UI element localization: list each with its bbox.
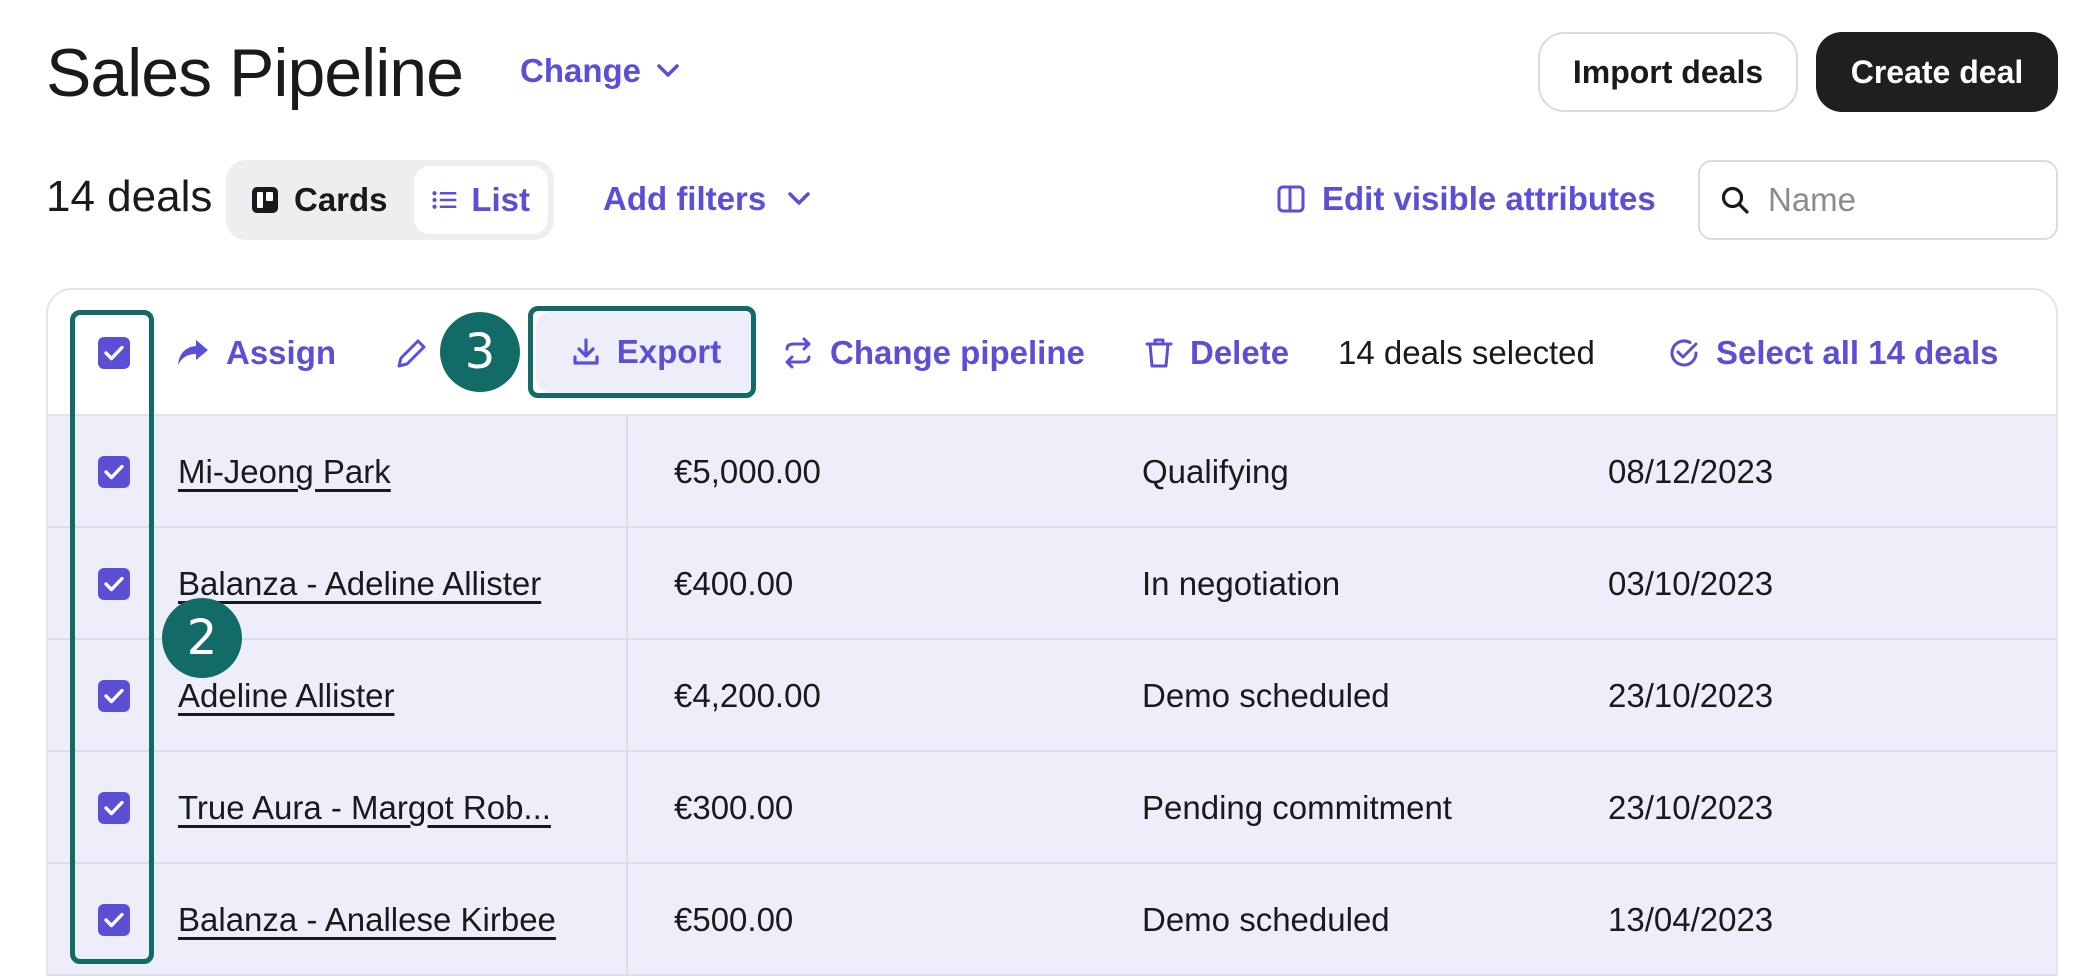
select-all-deals-label: Select all 14 deals — [1716, 334, 1999, 371]
bulk-actions-toolbar: Assign Export Change pipeline Delete 14 … — [48, 290, 2056, 416]
deal-date: 23/10/2023 — [1608, 789, 1774, 826]
change-label: Change — [520, 52, 642, 89]
deal-stage: Qualifying — [1142, 453, 1289, 490]
share-arrow-icon — [178, 340, 208, 365]
search-box — [1698, 160, 2058, 240]
checkbox-column-highlight — [70, 310, 154, 964]
deal-date: 13/04/2023 — [1608, 901, 1774, 938]
column-divider — [626, 416, 628, 976]
table-row[interactable]: True Aura - Margot Rob... €300.00 Pendin… — [48, 752, 2056, 864]
edit-button[interactable] — [396, 290, 428, 416]
deals-table: Assign Export Change pipeline Delete 14 … — [46, 288, 2058, 976]
select-all-deals-link[interactable]: Select all 14 deals — [1668, 290, 1999, 416]
deal-name-link[interactable]: Mi-Jeong Park — [178, 416, 391, 528]
deal-stage: Pending commitment — [1142, 789, 1452, 826]
table-row[interactable]: Balanza - Adeline Allister €400.00 In ne… — [48, 528, 2056, 640]
add-filters-label: Add filters — [603, 180, 767, 217]
assign-label: Assign — [226, 334, 337, 371]
deal-stage: In negotiation — [1142, 565, 1341, 602]
view-toggle: Cards List — [226, 160, 554, 240]
step-2-badge: 2 — [162, 598, 242, 678]
deal-amount: €300.00 — [674, 789, 794, 826]
chevron-down-icon — [788, 192, 810, 205]
deals-count: 14 deals — [46, 172, 213, 221]
deal-name-link[interactable]: Balanza - Anallese Kirbee — [178, 864, 556, 976]
cards-icon — [252, 187, 278, 213]
deal-amount: €5,000.00 — [674, 453, 821, 490]
list-icon — [432, 191, 457, 209]
swap-arrows-icon — [785, 337, 811, 369]
change-pipeline-label: Change pipeline — [830, 334, 1085, 371]
deal-date: 08/12/2023 — [1608, 453, 1774, 490]
view-cards-button[interactable]: Cards — [232, 166, 414, 234]
deal-date: 23/10/2023 — [1608, 677, 1774, 714]
view-list-label: List — [471, 181, 530, 218]
import-deals-button[interactable]: Import deals — [1538, 32, 1798, 112]
selected-count-text: 14 deals selected — [1338, 334, 1595, 371]
deal-amount: €400.00 — [674, 565, 794, 602]
delete-button[interactable]: Delete — [1144, 290, 1289, 416]
pencil-icon — [397, 339, 426, 368]
view-list-button[interactable]: List — [414, 166, 548, 234]
deal-amount: €500.00 — [674, 901, 794, 938]
search-icon — [1721, 186, 1749, 214]
assign-button[interactable]: Assign — [176, 290, 336, 416]
trash-icon — [1145, 338, 1173, 368]
deal-date: 03/10/2023 — [1608, 565, 1774, 602]
search-input[interactable] — [1768, 181, 2028, 219]
edit-visible-attributes-button[interactable]: Edit visible attributes — [1276, 180, 1656, 218]
add-filters-dropdown[interactable]: Add filters — [603, 180, 810, 218]
deal-name-link[interactable]: True Aura - Margot Rob... — [178, 752, 551, 864]
edit-visible-attributes-label: Edit visible attributes — [1322, 180, 1656, 217]
view-cards-label: Cards — [294, 181, 388, 218]
table-row[interactable]: Balanza - Anallese Kirbee €500.00 Demo s… — [48, 864, 2056, 976]
check-circle-icon — [1670, 339, 1698, 367]
table-row[interactable]: Adeline Allister €4,200.00 Demo schedule… — [48, 640, 2056, 752]
deals-list: Mi-Jeong Park €5,000.00 Qualifying 08/12… — [48, 416, 2056, 976]
deal-stage: Demo scheduled — [1142, 901, 1390, 938]
step-3-badge: 3 — [440, 312, 520, 392]
change-pipeline-dropdown[interactable]: Change — [520, 52, 679, 90]
table-row[interactable]: Mi-Jeong Park €5,000.00 Qualifying 08/12… — [48, 416, 2056, 528]
columns-icon — [1277, 185, 1305, 213]
delete-label: Delete — [1190, 334, 1290, 371]
deal-stage: Demo scheduled — [1142, 677, 1390, 714]
create-deal-button[interactable]: Create deal — [1816, 32, 2058, 112]
change-pipeline-button[interactable]: Change pipeline — [782, 290, 1085, 416]
page-title: Sales Pipeline — [46, 35, 464, 111]
deal-amount: €4,200.00 — [674, 677, 821, 714]
chevron-down-icon — [657, 64, 679, 77]
export-button-highlight — [528, 306, 756, 398]
